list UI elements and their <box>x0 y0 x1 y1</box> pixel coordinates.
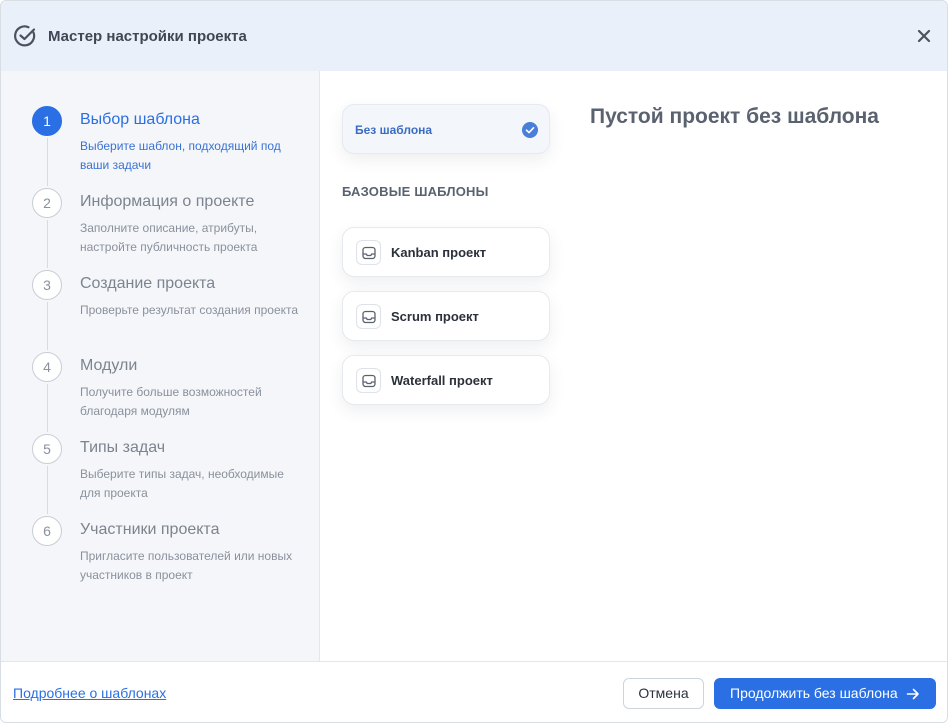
step-description: Выберите шаблон, подходящий под ваши зад… <box>80 139 281 172</box>
step-connector <box>47 138 48 186</box>
step-connector <box>47 384 48 432</box>
template-label: Scrum проект <box>391 309 479 324</box>
step-description: Проверьте результат создания проекта <box>80 303 299 317</box>
step-number: 6 <box>32 516 62 546</box>
template-option-scrum[interactable]: Scrum проект <box>342 291 550 341</box>
template-option-kanban[interactable]: Kanban проект <box>342 227 550 277</box>
close-icon[interactable] <box>915 27 933 45</box>
step-number: 4 <box>32 352 62 382</box>
step-connector <box>47 220 48 268</box>
template-icon-box <box>356 304 381 329</box>
template-icon-box <box>356 368 381 393</box>
dialog-title: Мастер настройки проекта <box>48 28 247 45</box>
step-title: Выбор шаблона <box>80 111 200 128</box>
step-number: 3 <box>32 270 62 300</box>
step-description: Выберите типы задач, необходимые для про… <box>80 467 284 500</box>
project-setup-wizard-dialog: Мастер настройки проекта 1 Выбор шаблона… <box>0 0 948 723</box>
cancel-button[interactable]: Отмена <box>623 678 704 709</box>
wizard-steps-sidebar: 1 Выбор шаблона Выберите шаблон, подходя… <box>1 71 320 661</box>
check-circle-icon <box>14 25 36 47</box>
basic-templates-heading: БАЗОВЫЕ ШАБЛОНЫ <box>342 184 489 199</box>
no-template-option[interactable]: Без шаблона <box>342 104 550 154</box>
dialog-header: Мастер настройки проекта <box>1 1 947 71</box>
step-title: Информация о проекте <box>80 193 255 210</box>
step-connector <box>47 302 48 350</box>
continue-button-label: Продолжить без шаблона <box>730 685 898 701</box>
inbox-icon <box>362 246 376 260</box>
continue-without-template-button[interactable]: Продолжить без шаблона <box>714 678 936 709</box>
arrow-right-icon <box>906 688 919 700</box>
step-title: Типы задач <box>80 439 166 456</box>
checkmark-icon <box>522 122 538 138</box>
step-number: 2 <box>32 188 62 218</box>
template-icon-box <box>356 240 381 265</box>
step-description: Получите больше возможностей благодаря м… <box>80 385 262 418</box>
step-description: Пригласите пользователей или новых участ… <box>80 549 293 582</box>
step-title: Участники проекта <box>80 521 220 538</box>
no-template-label: Без шаблона <box>355 123 433 137</box>
template-label: Waterfall проект <box>391 373 493 388</box>
step-number: 1 <box>32 106 62 136</box>
step-title: Модули <box>80 357 138 374</box>
dialog-footer: Подробнее о шаблонах Отмена Продолжить б… <box>1 661 947 722</box>
inbox-icon <box>362 374 376 388</box>
step-title: Создание проекта <box>80 275 216 292</box>
step-description: Заполните описание, атрибуты, настройте … <box>80 221 258 254</box>
step-number: 5 <box>32 434 62 464</box>
template-label: Kanban проект <box>391 245 487 260</box>
step-connector <box>47 466 48 514</box>
templates-info-link[interactable]: Подробнее о шаблонах <box>13 685 166 701</box>
template-option-waterfall[interactable]: Waterfall проект <box>342 355 550 405</box>
template-preview-title: Пустой проект без шаблона <box>590 105 879 128</box>
inbox-icon <box>362 310 376 324</box>
